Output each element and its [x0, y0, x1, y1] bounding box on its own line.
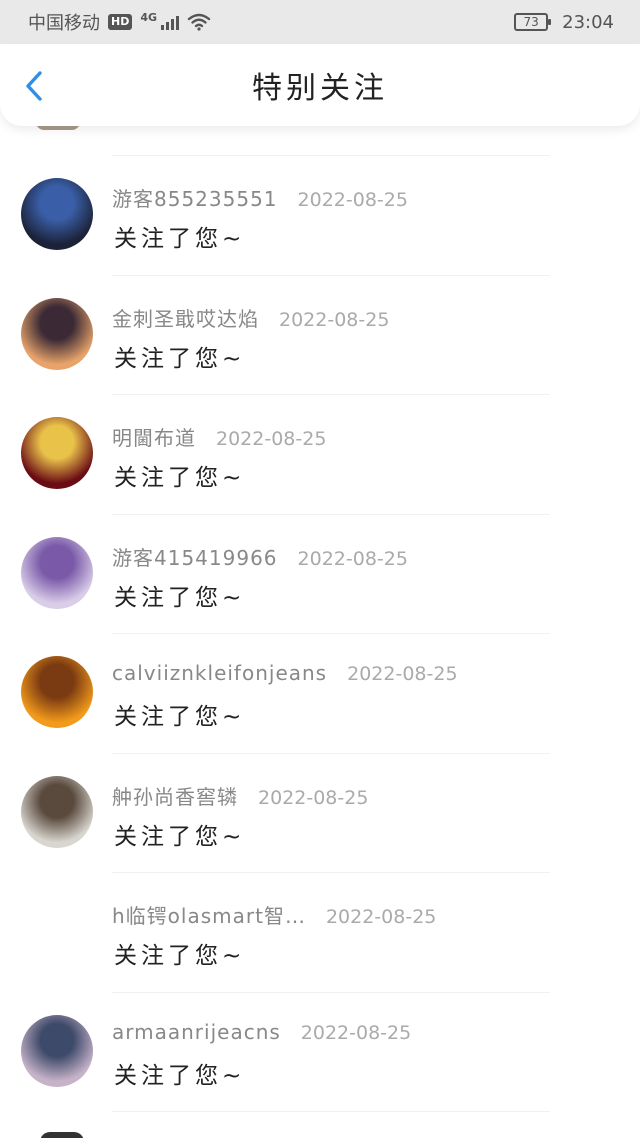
list-item[interactable]: 舯孙尚香窖辚 2022-08-25 关注了您~ — [0, 754, 640, 873]
follow-date: 2022-08-25 — [325, 906, 437, 928]
user-name[interactable]: armaanrijeacns — [112, 1020, 281, 1044]
avatar[interactable] — [21, 1014, 93, 1087]
header: 特别关注 — [0, 44, 640, 126]
name-row: 游客855235551 2022-08-25 — [112, 183, 408, 212]
hd-badge: HD — [108, 14, 133, 30]
user-name[interactable]: 金刺圣戢哎达焰 — [112, 303, 259, 332]
page-title: 特别关注 — [252, 71, 388, 106]
network-label: 4G — [140, 10, 158, 24]
name-row: 舯孙尚香窖辚 2022-08-25 — [112, 781, 368, 810]
follow-message: 关注了您~ — [114, 345, 246, 372]
follow-message: 关注了您~ — [114, 465, 246, 491]
follow-message: 关注了您~ — [114, 943, 246, 969]
avatar[interactable] — [21, 178, 93, 250]
user-name[interactable]: h临锷olasmart智… — [112, 900, 306, 929]
list-item[interactable]: h临锷olasmart智… 2022-08-25 关注了您~ — [0, 873, 640, 993]
chevron-left-icon — [26, 71, 42, 101]
follow-message: 关注了您~ — [114, 704, 246, 730]
status-right: 73 23:04 — [514, 12, 614, 33]
avatar[interactable] — [21, 417, 93, 489]
carrier-label: 中国移动 — [28, 13, 100, 34]
name-row: h临锷olasmart智… 2022-08-25 — [112, 900, 436, 929]
follow-date: 2022-08-25 — [347, 663, 458, 685]
avatar[interactable] — [21, 297, 93, 370]
name-row: 金刺圣戢哎达焰 2022-08-25 — [112, 303, 389, 332]
name-row: armaanrijeacns 2022-08-25 — [112, 1020, 411, 1044]
list-item[interactable]: 金刺圣戢哎达焰 2022-08-25 关注了您~ — [0, 276, 640, 395]
list-item[interactable]: 游客415419966 2022-08-25 关注了您~ — [0, 515, 640, 634]
list-item[interactable]: 明閫布道 2022-08-25 关注了您~ — [0, 395, 640, 515]
user-name[interactable]: 舯孙尚香窖辚 — [112, 781, 238, 810]
avatar[interactable] — [21, 656, 93, 728]
user-name[interactable]: calviiznkleifonjeans — [112, 661, 327, 685]
follow-date: 2022-08-25 — [216, 428, 327, 450]
user-name[interactable]: 游客855235551 — [112, 183, 278, 212]
back-button[interactable] — [18, 70, 50, 102]
status-left: 中国移动 HD 4G — [28, 9, 211, 35]
wifi-icon — [187, 13, 211, 31]
avatar — [40, 1132, 84, 1138]
signal-icon — [161, 14, 180, 30]
follow-message: 关注了您~ — [114, 226, 246, 252]
follow-date: 2022-08-25 — [279, 308, 390, 331]
name-row: 游客415419966 2022-08-25 — [112, 542, 408, 571]
divider — [112, 1111, 550, 1112]
status-bar: 中国移动 HD 4G 73 23:04 — [0, 0, 640, 44]
follow-date: 2022-08-25 — [297, 547, 408, 570]
avatar[interactable] — [21, 895, 93, 967]
follow-message: 关注了您~ — [114, 1062, 246, 1089]
list-item[interactable]: armaanrijeacns 2022-08-25 关注了您~ — [0, 993, 640, 1112]
user-name[interactable]: 明閫布道 — [112, 422, 196, 451]
name-row: calviiznkleifonjeans 2022-08-25 — [112, 661, 458, 685]
list-item[interactable]: calviiznkleifonjeans 2022-08-25 关注了您~ — [0, 634, 640, 754]
avatar[interactable] — [21, 536, 93, 609]
follow-date: 2022-08-25 — [300, 1021, 412, 1044]
follow-date: 2022-08-25 — [297, 189, 408, 211]
name-row: 明閫布道 2022-08-25 — [112, 422, 326, 451]
list-item[interactable]: 游客855235551 2022-08-25 关注了您~ — [0, 156, 640, 276]
follow-message: 关注了您~ — [114, 584, 246, 611]
avatar[interactable] — [21, 775, 93, 848]
battery-icon: 73 — [514, 13, 552, 31]
follow-message: 关注了您~ — [114, 823, 246, 850]
status-time: 23:04 — [562, 11, 614, 33]
follow-date: 2022-08-25 — [258, 786, 369, 809]
user-name[interactable]: 游客415419966 — [112, 542, 278, 571]
